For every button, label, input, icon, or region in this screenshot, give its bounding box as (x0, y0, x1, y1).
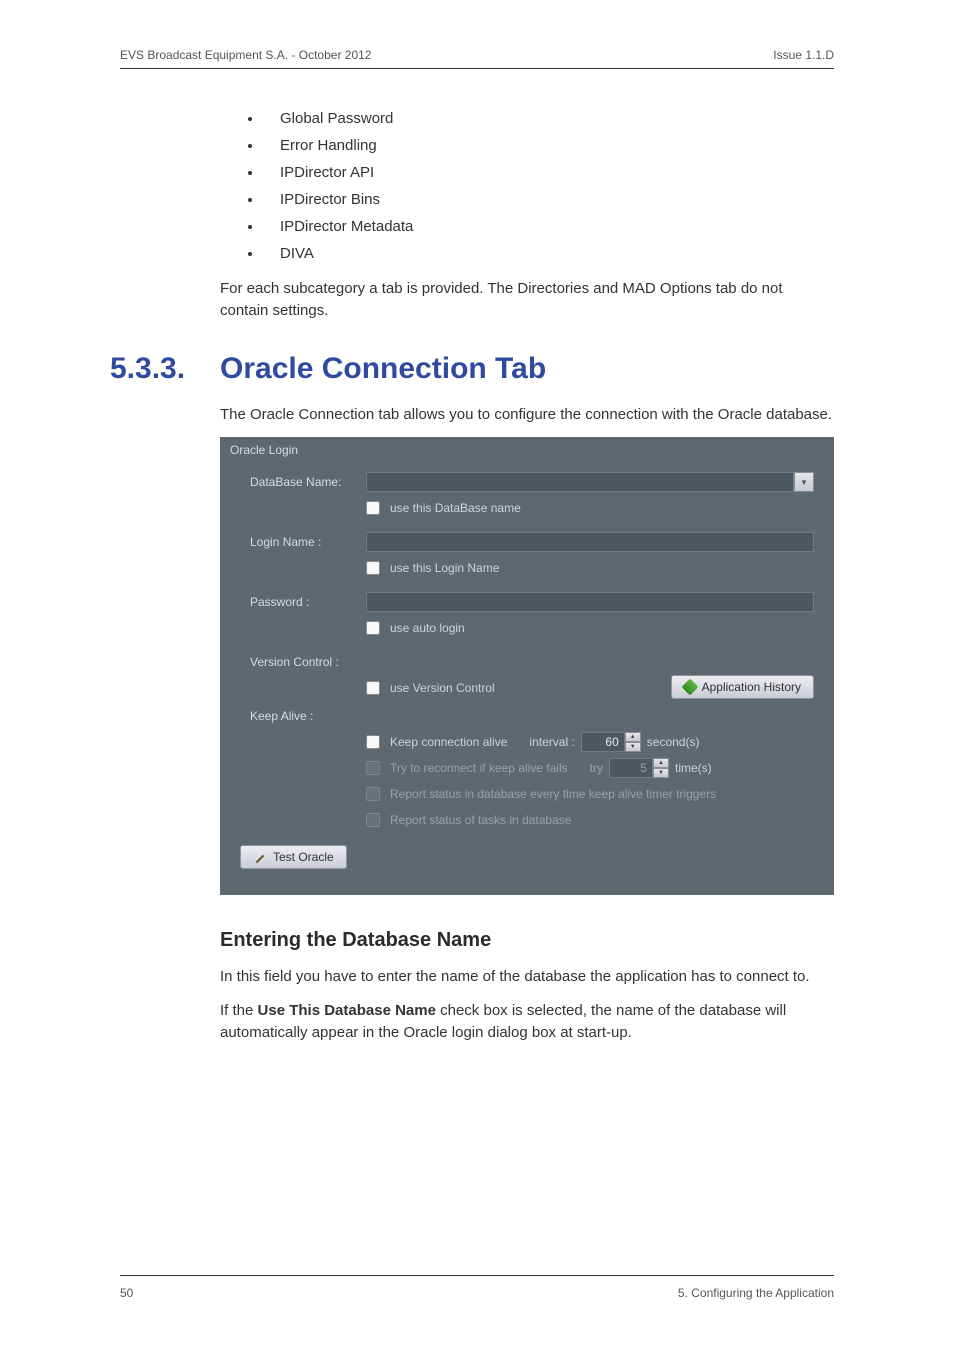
wand-icon (253, 850, 267, 864)
spinner-up-icon: ▲ (653, 758, 669, 768)
interval-unit: second(s) (647, 735, 700, 749)
bullet-icon (248, 225, 252, 229)
list-item: DIVA (220, 245, 834, 262)
interval-value[interactable]: 60 (581, 732, 625, 752)
database-name-combo[interactable]: ▼ (366, 472, 814, 492)
auto-login-checkbox[interactable] (366, 621, 380, 635)
bullet-text: Global Password (280, 110, 393, 127)
panel-title: Oracle Login (220, 437, 834, 467)
oracle-login-panel: Oracle Login DataBase Name: ▼ use this D… (220, 437, 834, 895)
bullet-icon (248, 117, 252, 121)
page-number: 50 (120, 1286, 133, 1300)
section-heading: 5.3.3. Oracle Connection Tab (110, 352, 834, 386)
page-content: Global Password Error Handling IPDirecto… (220, 110, 834, 1044)
keepalive-checkbox[interactable] (366, 735, 380, 749)
try-label: try (590, 761, 603, 775)
version-control-checkbox[interactable] (366, 681, 380, 695)
header-left: EVS Broadcast Equipment S.A. - October 2… (120, 48, 371, 62)
bullet-text: DIVA (280, 245, 314, 262)
list-item: Error Handling (220, 137, 834, 154)
bullet-text: Error Handling (280, 137, 377, 154)
chevron-down-icon[interactable]: ▼ (794, 472, 814, 492)
login-name-input[interactable] (366, 532, 814, 552)
list-item: IPDirector API (220, 164, 834, 181)
test-oracle-button[interactable]: Test Oracle (240, 845, 347, 869)
report-status-trigger-checkbox (366, 787, 380, 801)
sub-paragraph-1: In this field you have to enter the name… (220, 966, 834, 988)
spinner-down-icon: ▼ (653, 768, 669, 778)
bullet-icon (248, 144, 252, 148)
spinner-down-icon[interactable]: ▼ (625, 742, 641, 752)
sub-para2-bold: Use This Database Name (258, 1002, 436, 1019)
bullet-icon (248, 252, 252, 256)
section-intro: The Oracle Connection tab allows you to … (220, 404, 834, 426)
report-status-tasks-label: Report status of tasks in database (390, 813, 571, 827)
version-control-cb-label: use Version Control (390, 681, 495, 695)
bullet-text: IPDirector Bins (280, 191, 380, 208)
test-oracle-label: Test Oracle (273, 850, 334, 864)
spinner-up-icon[interactable]: ▲ (625, 732, 641, 742)
diamond-icon (681, 679, 698, 696)
bullet-icon (248, 171, 252, 175)
list-item: Global Password (220, 110, 834, 127)
auto-login-label: use auto login (390, 621, 465, 635)
bullet-icon (248, 198, 252, 202)
password-label: Password : (250, 595, 366, 609)
section-title: Oracle Connection Tab (220, 352, 546, 386)
application-history-button[interactable]: Application History (671, 675, 814, 699)
section-number: 5.3.3. (110, 352, 220, 386)
version-control-label: Version Control : (250, 655, 366, 669)
try-reconnect-label: Try to reconnect if keep alive fails (390, 761, 568, 775)
page-footer: 50 5. Configuring the Application (120, 1275, 834, 1300)
interval-label: interval : (529, 735, 574, 749)
try-spinner: 5 ▲▼ (609, 758, 669, 778)
bullet-list: Global Password Error Handling IPDirecto… (220, 110, 834, 262)
footer-chapter: 5. Configuring the Application (678, 1286, 834, 1300)
list-item: IPDirector Bins (220, 191, 834, 208)
use-login-checkbox[interactable] (366, 561, 380, 575)
bullet-text: IPDirector Metadata (280, 218, 413, 235)
interval-spinner[interactable]: 60 ▲▼ (581, 732, 641, 752)
application-history-label: Application History (702, 680, 801, 694)
database-name-input[interactable] (366, 472, 794, 492)
try-reconnect-checkbox (366, 761, 380, 775)
use-database-label: use this DataBase name (390, 501, 521, 515)
use-database-checkbox[interactable] (366, 501, 380, 515)
bullet-text: IPDirector API (280, 164, 374, 181)
report-status-tasks-checkbox (366, 813, 380, 827)
database-name-label: DataBase Name: (250, 475, 366, 489)
try-unit: time(s) (675, 761, 712, 775)
keepalive-label: Keep Alive : (250, 709, 366, 723)
sub-paragraph-2: If the Use This Database Name check box … (220, 1000, 834, 1044)
report-status-trigger-label: Report status in database every time kee… (390, 787, 716, 801)
intro-paragraph: For each subcategory a tab is provided. … (220, 278, 834, 322)
try-value: 5 (609, 758, 653, 778)
list-item: IPDirector Metadata (220, 218, 834, 235)
keepalive-cb-label: Keep connection alive (390, 735, 507, 749)
password-input[interactable] (366, 592, 814, 612)
header-right: Issue 1.1.D (773, 48, 834, 62)
page-header: EVS Broadcast Equipment S.A. - October 2… (120, 48, 834, 69)
login-name-label: Login Name : (250, 535, 366, 549)
use-login-label: use this Login Name (390, 561, 499, 575)
subsection-title: Entering the Database Name (220, 929, 834, 952)
sub-para2-prefix: If the (220, 1002, 258, 1019)
